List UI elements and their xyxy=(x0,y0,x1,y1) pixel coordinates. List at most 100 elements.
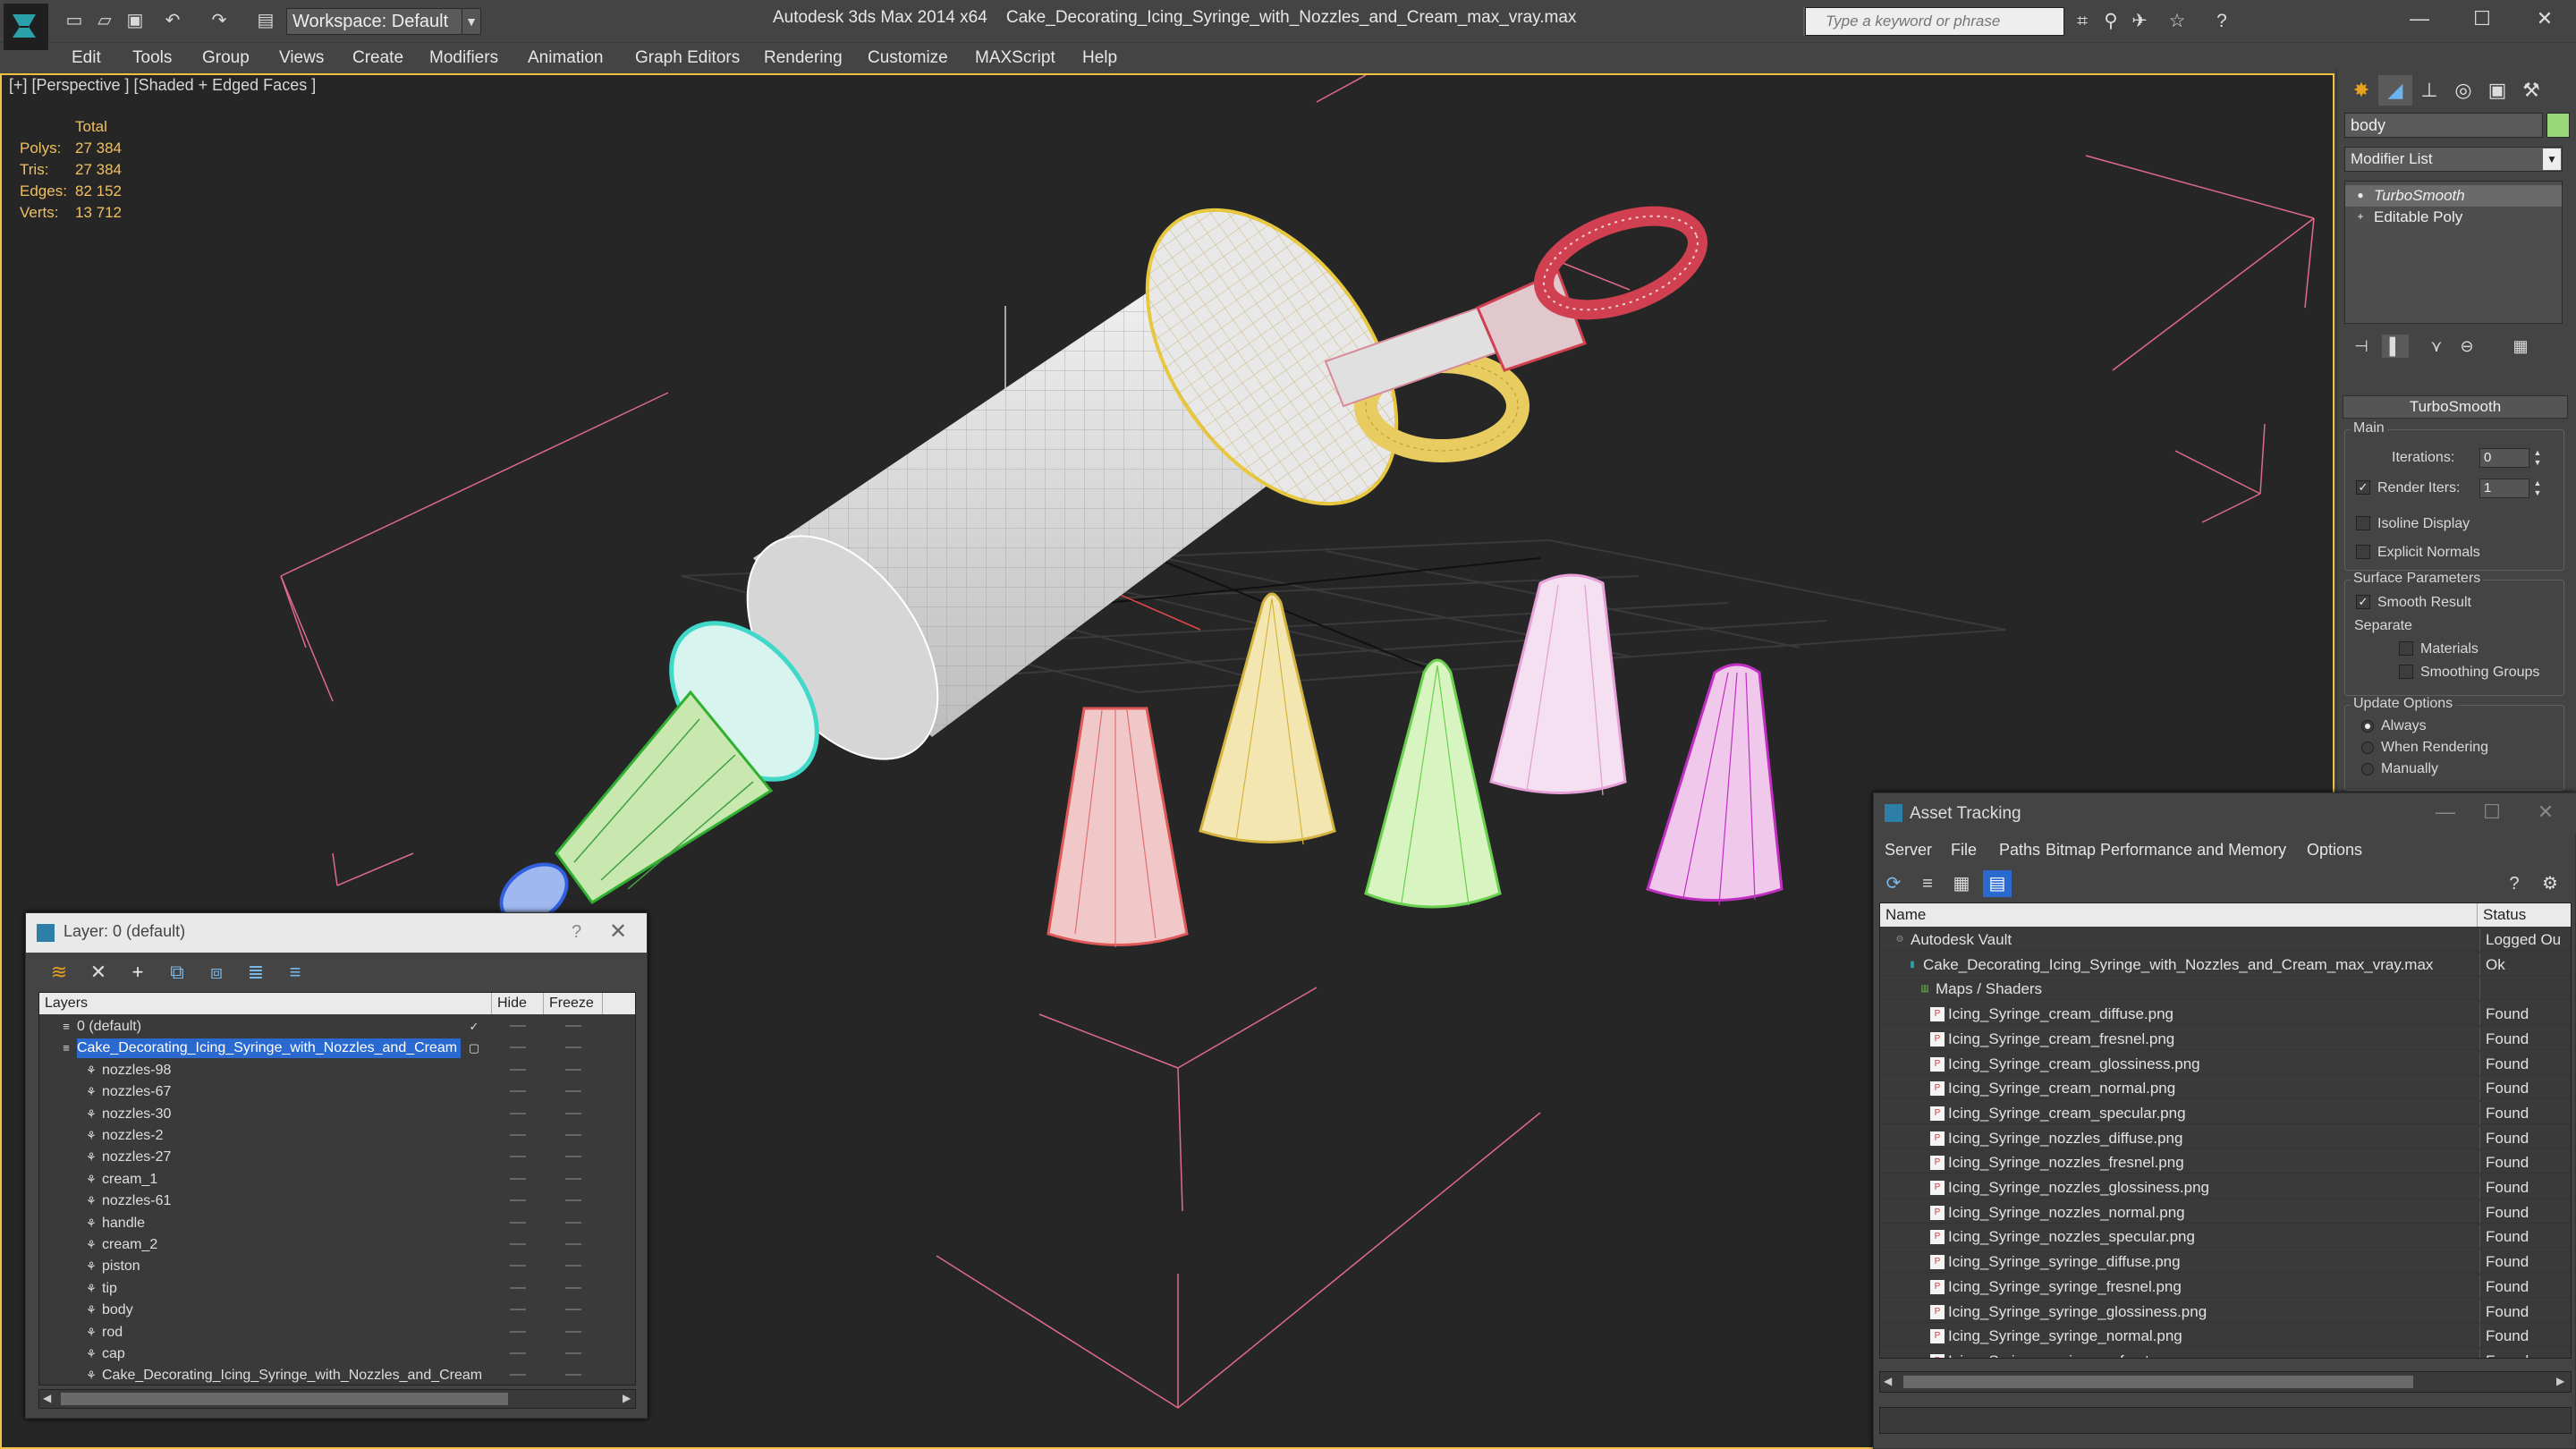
utilities-tab-icon[interactable]: ⚒ xyxy=(2514,75,2548,106)
manually-radio[interactable] xyxy=(2361,763,2374,775)
help-icon[interactable]: ? xyxy=(2209,9,2234,34)
search-box[interactable] xyxy=(1805,7,2064,36)
iterations-spinner[interactable]: 0 xyxy=(2479,448,2529,468)
hide-toggle[interactable] xyxy=(510,1134,526,1136)
show-end-result-icon[interactable]: ▌ xyxy=(2382,335,2409,358)
add-to-layer-icon[interactable]: + xyxy=(123,958,153,987)
freeze-toggle[interactable] xyxy=(565,1025,581,1027)
hide-toggle[interactable] xyxy=(510,1286,526,1289)
layer-row[interactable]: ≡ 0 (default) ✓ xyxy=(39,1016,635,1038)
layer-horizontal-scrollbar[interactable]: ◀ ▶ xyxy=(38,1389,636,1409)
select-layer-icon[interactable]: ⧈ xyxy=(201,958,232,987)
freeze-toggle[interactable] xyxy=(565,1286,581,1289)
layer-row[interactable]: ⚘ tip xyxy=(39,1278,635,1300)
asset-row[interactable]: ▮ Cake_Decorating_Icing_Syringe_with_Nozz… xyxy=(1880,953,2571,976)
hide-toggle[interactable] xyxy=(510,1156,526,1158)
communication-icon[interactable]: ✈ xyxy=(2127,9,2152,34)
help-icon[interactable]: ? xyxy=(572,922,581,943)
asset-row[interactable]: P Icing_Syringe_cream_glossiness.png Found xyxy=(1880,1052,2571,1075)
search-input[interactable] xyxy=(1826,10,2060,33)
freeze-toggle[interactable] xyxy=(565,1046,581,1049)
hide-toggle[interactable] xyxy=(510,1374,526,1377)
hide-all-icon[interactable]: ≡ xyxy=(280,958,310,987)
maximize-icon[interactable]: ☐ xyxy=(2470,799,2514,826)
scroll-right-icon[interactable]: ▶ xyxy=(2556,1375,2564,1387)
hide-toggle[interactable] xyxy=(510,1068,526,1071)
asset-row[interactable]: P Icing_Syringe_nozzles_fresnel.png Found xyxy=(1880,1151,2571,1174)
asset-row[interactable]: P Icing_Syringe_nozzles_specular.png Found xyxy=(1880,1225,2571,1249)
asset-dialog-titlebar[interactable]: Asset Tracking — ☐ ✕ xyxy=(1874,793,2576,835)
asset-row[interactable]: P Icing_Syringe_cream_normal.png Found xyxy=(1880,1077,2571,1100)
layer-row[interactable]: ⚘ nozzles-30 xyxy=(39,1104,635,1125)
stack-item-editable-poly[interactable]: + Editable Poly xyxy=(2345,207,2562,228)
close-icon[interactable]: ✕ xyxy=(609,919,627,945)
layer-row[interactable]: ⚘ nozzles-27 xyxy=(39,1147,635,1168)
layer-row[interactable]: ⚘ cream_1 xyxy=(39,1169,635,1191)
freeze-toggle[interactable] xyxy=(565,1352,581,1354)
asset-row[interactable]: P Icing_Syringe_cream_specular.png Found xyxy=(1880,1101,2571,1124)
stack-item-turbosmooth[interactable]: ● TurboSmooth xyxy=(2345,185,2562,207)
col-freeze[interactable]: Freeze xyxy=(544,993,603,1014)
minimize-icon[interactable]: — xyxy=(2423,799,2468,826)
layer-row[interactable]: ⚘ piston xyxy=(39,1256,635,1277)
binoculars-icon[interactable]: ⌗ xyxy=(2070,9,2095,34)
hide-toggle[interactable] xyxy=(510,1046,526,1049)
freeze-toggle[interactable] xyxy=(565,1177,581,1180)
asset-help-icon[interactable]: ? xyxy=(2500,870,2529,897)
freeze-toggle[interactable] xyxy=(565,1090,581,1093)
undo-icon[interactable]: ↶ xyxy=(161,9,184,32)
menu-create[interactable]: Create xyxy=(352,43,403,73)
freeze-toggle[interactable] xyxy=(565,1156,581,1158)
scroll-right-icon[interactable]: ▶ xyxy=(623,1392,631,1404)
layer-row[interactable]: ⚘ rod xyxy=(39,1322,635,1343)
spinner-arrows-icon[interactable]: ▲ ▼ xyxy=(2531,479,2544,498)
pin-stack-icon[interactable]: ⊣ xyxy=(2348,335,2375,358)
layer-row[interactable]: ⚘ body xyxy=(39,1300,635,1321)
freeze-toggle[interactable] xyxy=(565,1309,581,1311)
select-objects-icon[interactable]: ⧉ xyxy=(162,958,192,987)
asset-row[interactable]: P Icing_Syringe_nozzles_normal.png Found xyxy=(1880,1200,2571,1224)
col-name[interactable]: Name xyxy=(1880,903,2478,927)
menu-modifiers[interactable]: Modifiers xyxy=(429,43,498,73)
layer-row[interactable]: ⚘ nozzles-98 xyxy=(39,1060,635,1081)
hide-toggle[interactable] xyxy=(510,1265,526,1267)
new-layer-icon[interactable]: ≋ xyxy=(44,958,74,987)
asset-row[interactable]: P Icing_Syringe_nozzles_diffuse.png Found xyxy=(1880,1126,2571,1149)
thumbnail-view-icon[interactable]: ▦ xyxy=(1947,870,1976,897)
workspace-select[interactable]: Workspace: Default xyxy=(286,8,465,35)
create-tab-icon[interactable]: ✸ xyxy=(2344,75,2378,106)
object-color-swatch[interactable] xyxy=(2546,113,2570,138)
asset-menu-server[interactable]: Server xyxy=(1885,835,1932,865)
redo-icon[interactable]: ↷ xyxy=(208,9,231,32)
hide-toggle[interactable] xyxy=(510,1025,526,1027)
set-current-layer-icon[interactable]: ≣ xyxy=(241,958,271,987)
scrollbar-thumb[interactable] xyxy=(61,1393,508,1405)
rollout-turbosmooth[interactable]: TurboSmooth xyxy=(2343,395,2568,419)
freeze-toggle[interactable] xyxy=(565,1068,581,1071)
delete-layer-icon[interactable]: ✕ xyxy=(83,958,114,987)
lightbulb-icon[interactable]: ● xyxy=(2354,189,2367,201)
modify-tab-icon[interactable]: ◢ xyxy=(2378,75,2412,106)
layer-row[interactable]: ⚘ handle xyxy=(39,1213,635,1234)
freeze-toggle[interactable] xyxy=(565,1374,581,1377)
scrollbar-thumb[interactable] xyxy=(1903,1376,2413,1388)
project-folder-icon[interactable]: ▤ xyxy=(254,9,277,32)
layer-row[interactable]: ⚘ nozzles-61 xyxy=(39,1191,635,1212)
make-unique-icon[interactable]: ⋎ xyxy=(2423,335,2450,358)
asset-row[interactable]: P Icing_Syringe_cream_diffuse.png Found xyxy=(1880,1003,2571,1026)
layer-row[interactable]: ⚘ Cake_Decorating_Icing_Syringe_with_Nozz… xyxy=(39,1365,635,1385)
smooth-result-checkbox[interactable]: ✓ xyxy=(2356,595,2370,609)
set-current-layer-box-icon[interactable]: ▢ xyxy=(467,1041,481,1055)
menu-customize[interactable]: Customize xyxy=(868,43,948,73)
refresh-icon[interactable]: ⟳ xyxy=(1879,870,1908,897)
col-hide[interactable]: Hide xyxy=(492,993,544,1014)
modifier-list-select[interactable]: Modifier List xyxy=(2344,147,2563,172)
col-status[interactable]: Status xyxy=(2478,903,2571,927)
asset-row[interactable]: P Icing_Syringe_syringe_fresnel.png Found xyxy=(1880,1275,2571,1298)
motion-tab-icon[interactable]: ◎ xyxy=(2446,75,2480,106)
col-render[interactable]: R xyxy=(603,993,635,1014)
remove-modifier-icon[interactable]: ⊖ xyxy=(2453,335,2480,358)
hide-toggle[interactable] xyxy=(510,1199,526,1202)
current-layer-check-icon[interactable]: ✓ xyxy=(467,1020,481,1034)
configure-sets-icon[interactable]: ▦ xyxy=(2507,335,2534,358)
